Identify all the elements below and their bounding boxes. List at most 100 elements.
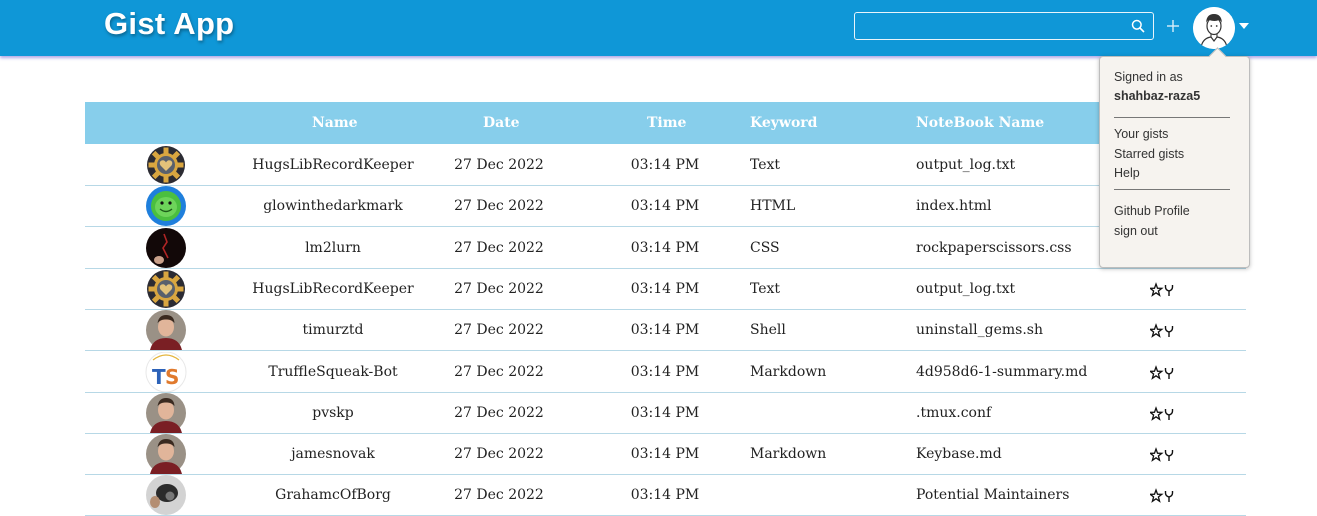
gist-time-text: 03:14 PM: [630, 322, 700, 339]
table-row[interactable]: timurztd 27 Dec 2022 03:14 PM Shell uninstal…: [85, 310, 1246, 352]
gist-date-text: 27 Dec 2022: [454, 198, 544, 215]
star-icon[interactable]: [1150, 364, 1164, 380]
menu-item-starred-gists[interactable]: Starred gists: [1114, 147, 1184, 161]
notebook-name[interactable]: uninstall_gems.sh: [916, 322, 1043, 338]
user-avatar-icon: [1193, 7, 1235, 49]
fork-icon[interactable]: [1164, 491, 1174, 503]
star-icon[interactable]: [1150, 281, 1164, 297]
fork-icon[interactable]: [1164, 284, 1174, 296]
gist-keyword-text: HTML: [750, 198, 796, 215]
table-row[interactable]: GrahamcOfBorg 27 Dec 2022 03:14 PM Potentia…: [85, 475, 1246, 516]
notebook-name[interactable]: Potential Maintainers: [916, 487, 1069, 503]
ts-logo-avatar: TS: [145, 351, 187, 392]
gist-owner-name-text: timurztd: [302, 322, 364, 339]
gist-time-text: 03:14 PM: [630, 157, 700, 173]
user-dropdown-menu: Signed in as shahbaz-raza5 Your gists St…: [1099, 47, 1250, 268]
menu-item-help[interactable]: Help: [1114, 166, 1140, 180]
row-actions[interactable]: [1150, 488, 1180, 504]
table-row[interactable]: glowinthedarkmark 27 Dec 2022 03:14 PM HTML…: [85, 186, 1246, 228]
fork-icon[interactable]: [1164, 326, 1174, 338]
chevron-down-icon[interactable]: [1239, 23, 1249, 29]
row-actions[interactable]: [1150, 323, 1180, 339]
gist-keyword-text: Text: [750, 157, 781, 173]
notebook-name-text: output_log.txt: [916, 157, 1016, 173]
notebook-name[interactable]: rockpaperscissors.css: [916, 240, 1072, 256]
fork-icon[interactable]: [1164, 450, 1174, 462]
table-row[interactable]: T S TruffleSqueak-Bot 27 Dec 2022 03:14 PM Ma…: [85, 351, 1246, 393]
dropdown-divider: [1114, 189, 1230, 190]
menu-item-your-gists[interactable]: Your gists: [1114, 127, 1168, 141]
app-header: Gist App: [0, 0, 1317, 56]
gist-keyword-text: Shell: [750, 322, 786, 339]
fork-icon[interactable]: [1164, 367, 1174, 379]
column-header-date: Date: [483, 115, 520, 131]
gist-owner-name-text: TruffleSqueak-Bot: [268, 363, 398, 380]
signed-in-username: shahbaz-raza5: [1114, 89, 1201, 103]
gist-owner-name-text: glowinthedarkmark: [263, 198, 403, 215]
row-actions[interactable]: [1150, 447, 1180, 463]
gist-keyword: Text: [750, 157, 780, 173]
notebook-name-text: rockpaperscissors.css: [916, 239, 1072, 256]
notebook-name[interactable]: .tmux.conf: [916, 405, 991, 421]
man-photo-avatar: [146, 310, 186, 351]
menu-item-sign-out[interactable]: sign out: [1114, 224, 1158, 238]
gist-time-text: 03:14 PM: [630, 487, 700, 504]
row-actions[interactable]: [1150, 281, 1180, 298]
star-icon[interactable]: [1150, 488, 1164, 504]
gist-owner-name-text: jamesnovak: [291, 446, 375, 463]
gear-heart-avatar: [147, 269, 185, 308]
column-header-time: Time: [647, 115, 687, 131]
signed-in-label: Signed in as: [1114, 70, 1183, 84]
search-input[interactable]: [857, 14, 1131, 40]
notebook-name[interactable]: output_log.txt: [916, 281, 1015, 297]
gist-time-text: 03:14 PM: [630, 363, 700, 380]
gear-heart-avatar: [147, 146, 185, 184]
star-icon[interactable]: [1150, 447, 1164, 462]
fork-icon[interactable]: [1164, 408, 1174, 420]
table-row[interactable]: lm2lurn 27 Dec 2022 03:14 PM CSS rockpapersc…: [85, 227, 1246, 269]
man-photo-avatar: [146, 392, 186, 433]
gist-date-text: 27 Dec 2022: [454, 404, 544, 421]
search-icon[interactable]: [1131, 19, 1145, 33]
table-row[interactable]: pvskp 27 Dec 2022 03:14 PM .tmux.conf: [85, 392, 1246, 434]
svg-text:S: S: [165, 365, 179, 389]
notebook-name[interactable]: output_log.txt: [916, 157, 1015, 173]
gist-owner-name-text: pvskp: [312, 404, 354, 421]
star-icon[interactable]: [1150, 323, 1164, 339]
gist-owner-name-text: lm2lurn: [305, 239, 361, 256]
app-title: Gist App: [104, 6, 235, 41]
gist-date-text: 27 Dec 2022: [454, 322, 544, 339]
notebook-name[interactable]: Keybase.md: [916, 446, 1002, 462]
user-avatar-button[interactable]: [1193, 7, 1235, 49]
menu-item-github-profile[interactable]: Github Profile: [1114, 204, 1190, 218]
dark-photo-avatar: [146, 227, 186, 268]
row-actions[interactable]: [1150, 405, 1180, 422]
camera-photo-avatar: [146, 475, 186, 516]
notebook-name-text: output_log.txt: [916, 280, 1016, 297]
column-header-name: Name: [312, 115, 358, 131]
column-header-keyword: Keyword: [750, 115, 818, 131]
gist-date-text: 27 Dec 2022: [454, 280, 544, 297]
gist-time-text: 03:14 PM: [630, 446, 700, 463]
gist-keyword: Markdown: [750, 364, 826, 380]
notebook-name[interactable]: index.html: [916, 198, 991, 214]
gist-owner-name-text: HugsLibRecordKeeper: [252, 157, 414, 173]
gist-time-text: 03:14 PM: [630, 280, 700, 297]
table-row[interactable]: HugsLibRecordKeeper 27 Dec 2022 03:14 PM Te…: [85, 269, 1246, 310]
gist-date-text: 27 Dec 2022: [454, 446, 544, 463]
gist-keyword: CSS: [750, 240, 780, 256]
notebook-name-text: uninstall_gems.sh: [916, 322, 1043, 339]
dropdown-divider: [1114, 117, 1230, 118]
gist-owner-name-text: GrahamcOfBorg: [275, 487, 391, 504]
gist-keyword-text: Markdown: [750, 446, 827, 463]
plus-icon[interactable]: [1166, 19, 1180, 33]
man-photo-avatar: [146, 434, 186, 475]
table-row[interactable]: HugsLibRecordKeeper 27 Dec 2022 03:14 PM Te…: [85, 145, 1246, 186]
search-box[interactable]: [854, 12, 1154, 40]
notebook-name-text: index.html: [916, 198, 992, 215]
gist-date-text: 27 Dec 2022: [454, 363, 544, 380]
notebook-name[interactable]: 4d958d6-1-summary.md: [916, 364, 1087, 380]
row-actions[interactable]: [1150, 364, 1180, 381]
star-icon[interactable]: [1150, 405, 1164, 421]
table-row[interactable]: jamesnovak 27 Dec 2022 03:14 PM Markdown Key…: [85, 434, 1246, 476]
